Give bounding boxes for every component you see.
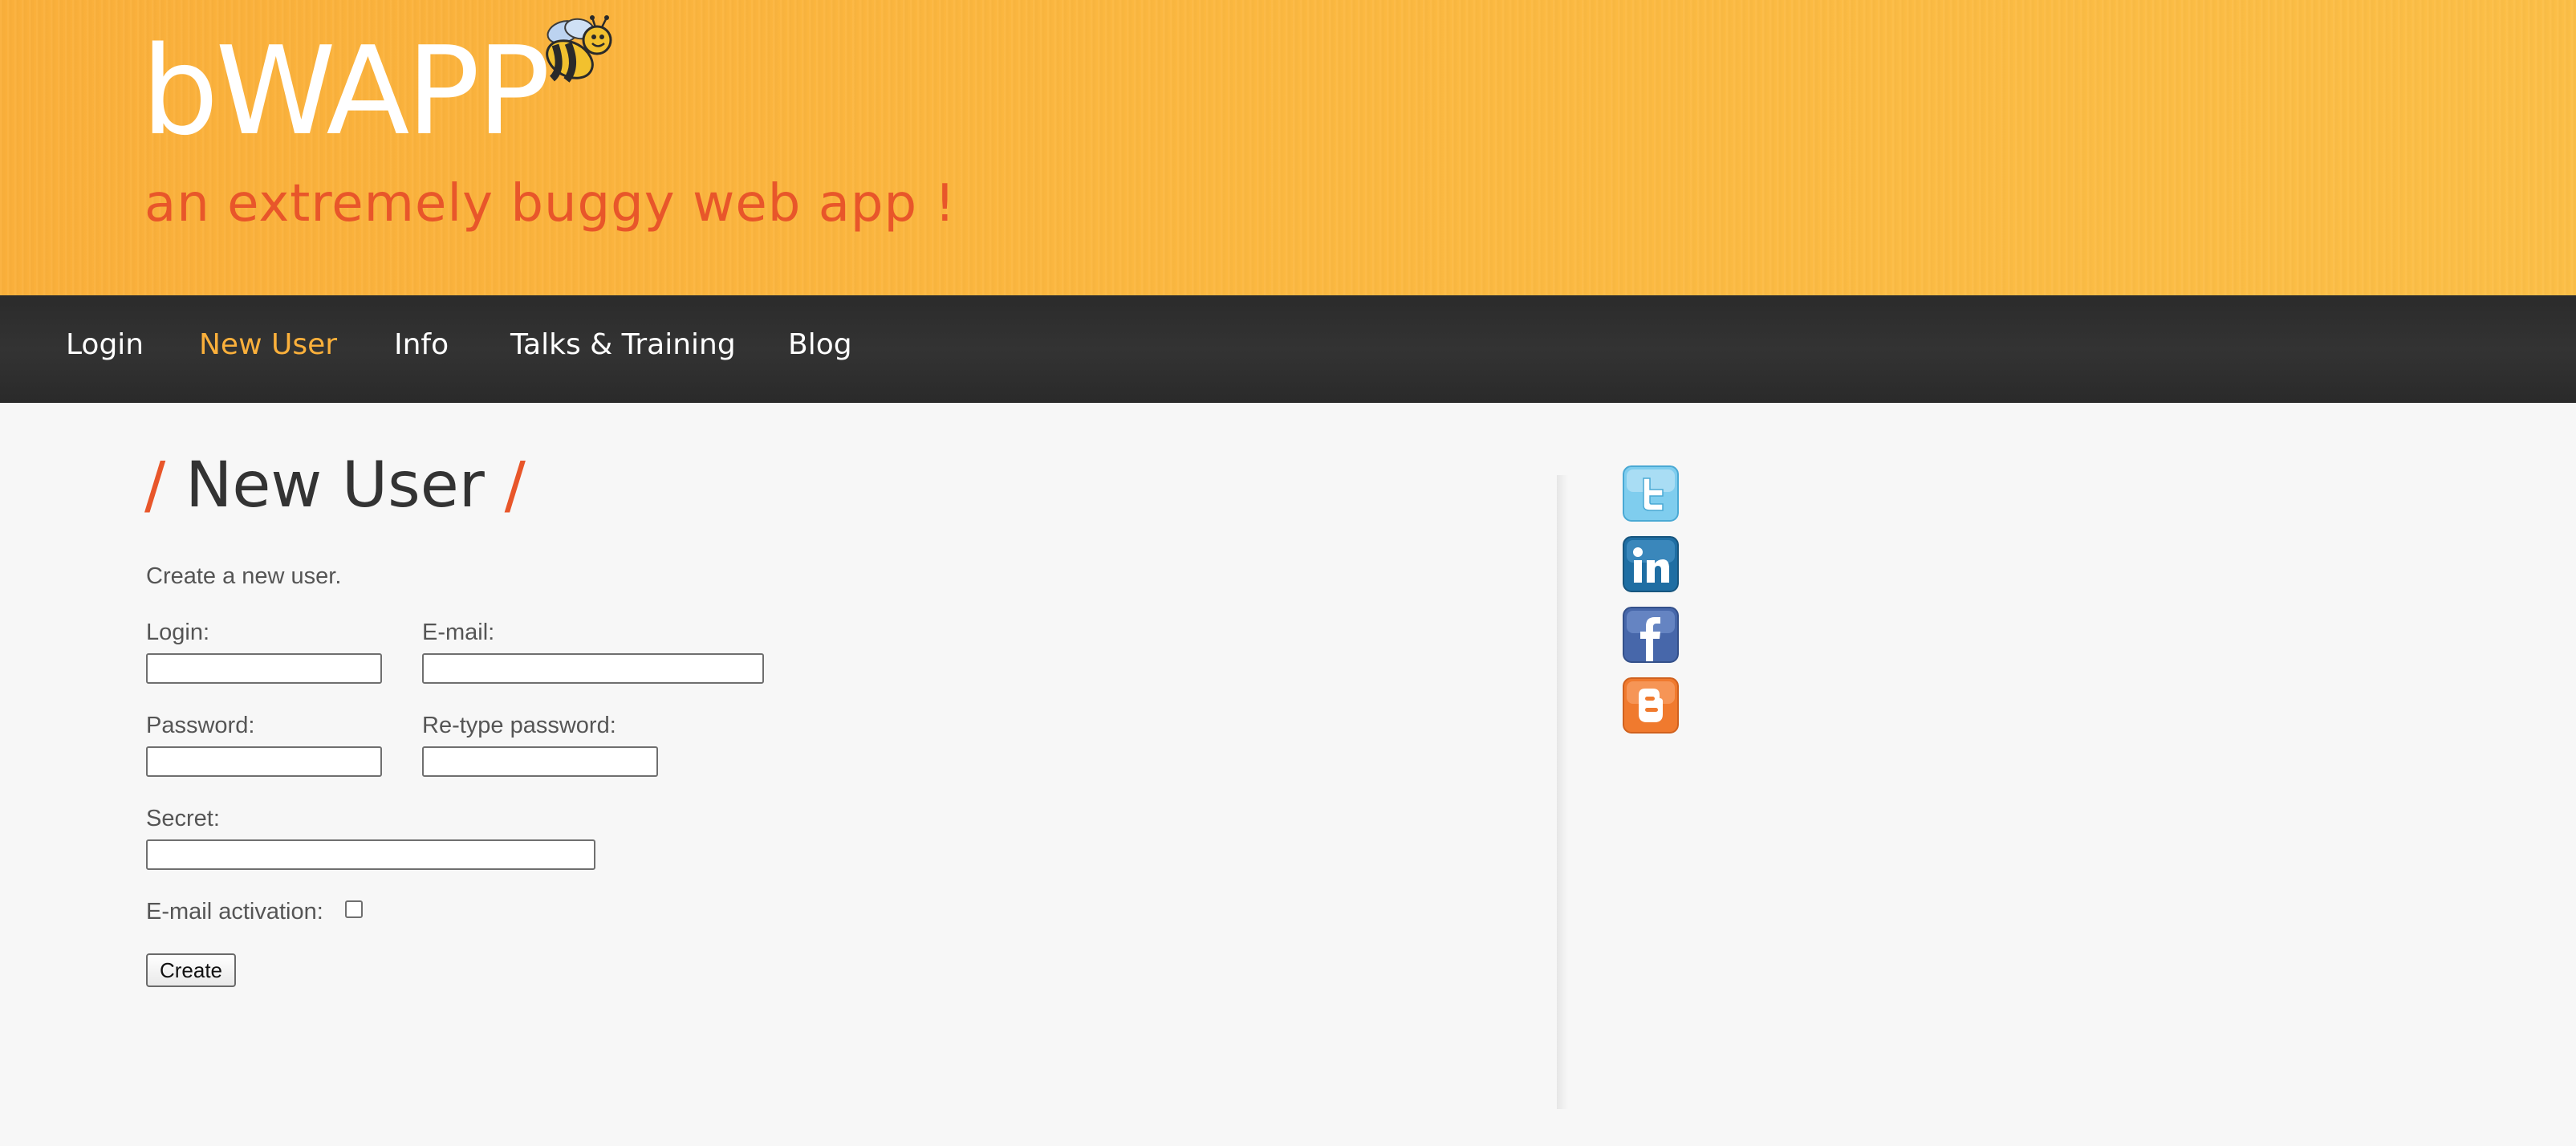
nav-item-login[interactable]: Login bbox=[66, 331, 144, 360]
page-title: / New User / bbox=[144, 454, 526, 517]
password-field[interactable] bbox=[146, 746, 382, 777]
secret-label: Secret: bbox=[146, 806, 220, 831]
header-banner: bWAPP an extremely buggy web app ! bbox=[0, 0, 2576, 295]
twitter-icon[interactable] bbox=[1623, 465, 1679, 522]
password-label: Password: bbox=[146, 713, 255, 738]
nav-item-talks-training[interactable]: Talks & Training bbox=[510, 331, 736, 360]
page: bWAPP an extremely buggy web app ! Login bbox=[0, 0, 2576, 1146]
retype-password-field[interactable] bbox=[422, 746, 658, 777]
login-field[interactable] bbox=[146, 653, 382, 684]
main-nav: Login New User Info Talks & Training Blo… bbox=[0, 295, 2576, 403]
intro-text: Create a new user. bbox=[146, 563, 342, 589]
email-activation-label: E-mail activation: bbox=[146, 899, 323, 925]
retype-password-label: Re-type password: bbox=[422, 713, 616, 738]
title-slash-right: / bbox=[504, 449, 526, 522]
column-divider bbox=[1557, 475, 1568, 1109]
main-content: / New User / Create a new user. Login: E… bbox=[0, 403, 2576, 1146]
bee-logo-icon bbox=[531, 13, 621, 85]
logo-text: bWAPP bbox=[141, 20, 551, 162]
nav-item-blog[interactable]: Blog bbox=[788, 331, 852, 360]
nav-item-new-user[interactable]: New User bbox=[199, 331, 337, 360]
linkedin-icon[interactable] bbox=[1623, 536, 1679, 592]
title-slash-left: / bbox=[144, 449, 166, 522]
email-field[interactable] bbox=[422, 653, 764, 684]
tagline: an extremely buggy web app ! bbox=[144, 174, 957, 234]
login-label: Login: bbox=[146, 620, 210, 645]
facebook-icon[interactable] bbox=[1623, 607, 1679, 663]
nav-item-info[interactable]: Info bbox=[394, 331, 449, 360]
page-title-text: New User bbox=[185, 449, 485, 522]
create-button[interactable]: Create bbox=[146, 953, 236, 987]
email-activation-checkbox[interactable] bbox=[345, 900, 363, 918]
blogger-icon[interactable] bbox=[1623, 677, 1679, 734]
secret-field[interactable] bbox=[146, 839, 595, 870]
email-label: E-mail: bbox=[422, 620, 495, 645]
